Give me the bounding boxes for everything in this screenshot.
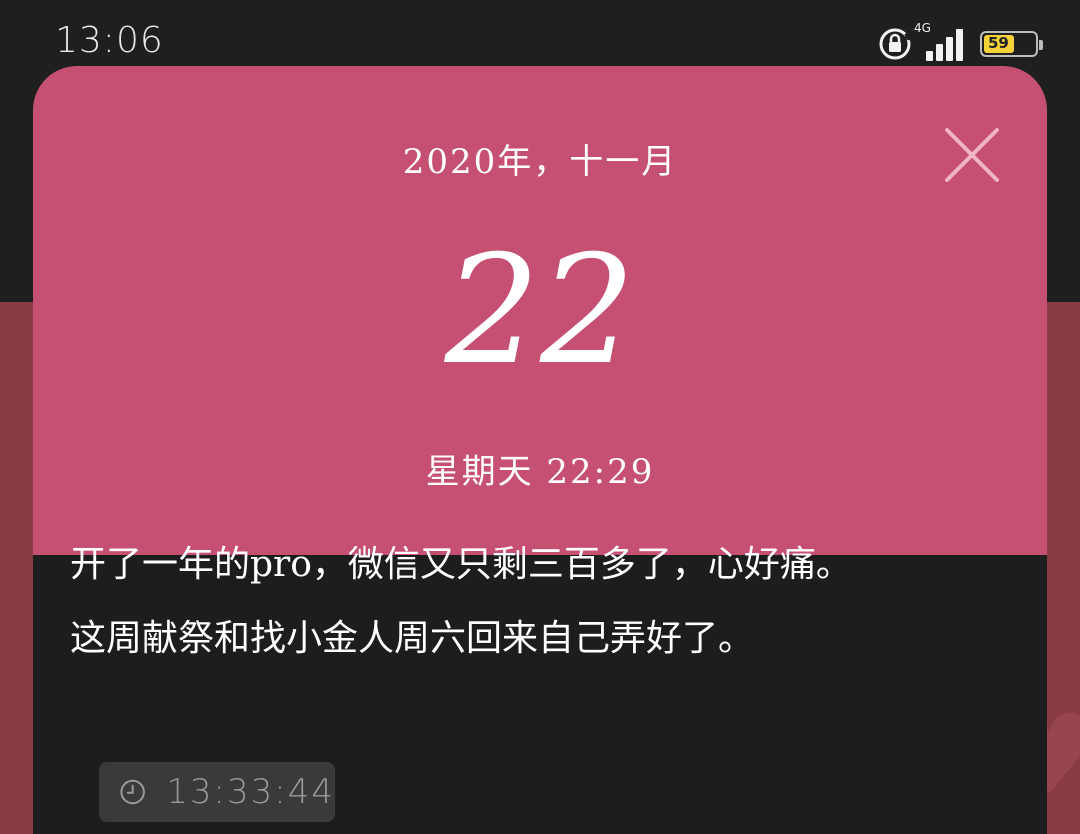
day-number: 22: [444, 224, 636, 398]
signal-icon: 4G: [914, 21, 966, 61]
year-month: 2020年，十一月: [402, 142, 678, 182]
timestamp-chip[interactable]: 13:33:44: [99, 762, 335, 822]
note-line: 开了一年的pro，微信又只剩三百多了，心好痛。: [70, 544, 852, 585]
status-time: 13:06: [55, 20, 164, 61]
diary-card: 2020年，十一月 22 星期天 22:29: [33, 66, 1047, 834]
note-text[interactable]: 开了一年的pro，微信又只剩三百多了，心好痛。 这周献祭和找小金人周六回来自己弄…: [70, 528, 970, 676]
battery-icon: 59: [980, 31, 1043, 57]
timestamp-text: 13:33:44: [166, 772, 335, 812]
status-icons: 4G 59: [878, 21, 1043, 64]
note-line: 这周献祭和找小金人周六回来自己弄好了。: [70, 618, 755, 659]
clock-icon: [120, 779, 145, 805]
battery-percent: 59: [988, 34, 1009, 52]
status-bar: 13:06 4G 59: [0, 0, 1080, 66]
card-header: 2020年，十一月 22 星期天 22:29: [33, 66, 1047, 555]
rotation-lock-icon: [878, 27, 912, 61]
network-type: 4G: [914, 21, 931, 35]
weekday-time: 星期天 22:29: [425, 452, 655, 492]
